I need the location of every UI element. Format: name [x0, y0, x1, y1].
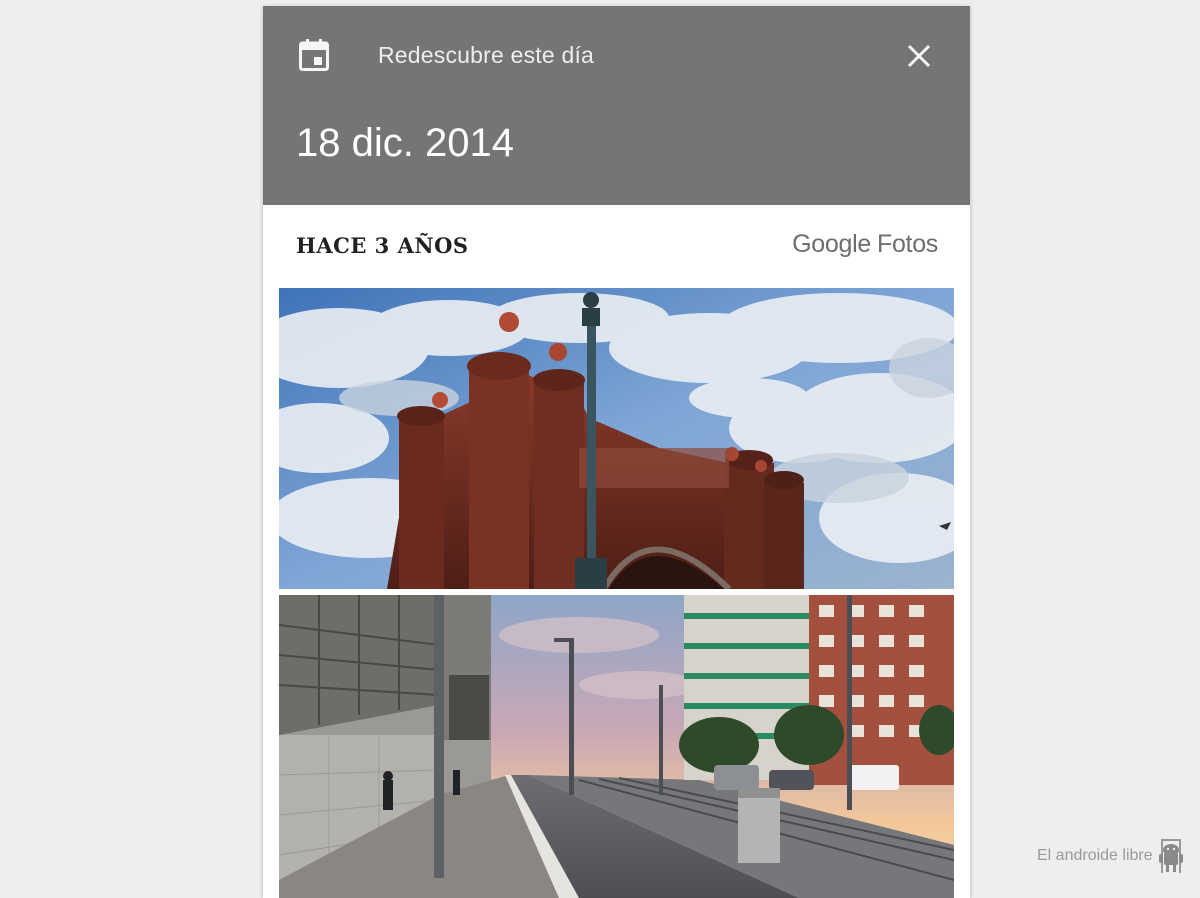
calendar-icon: [299, 39, 329, 71]
android-mascot-icon: [1158, 839, 1183, 873]
memory-date: 18 dic. 2014: [296, 121, 514, 165]
card-header: Redescubre este día 18 dic. 2014: [263, 6, 970, 205]
years-ago-label: HACE 3 AÑOS: [296, 233, 469, 258]
brand-fotos-text: Fotos: [876, 230, 938, 258]
memory-section-header: HACE 3 AÑOS Google Fotos: [263, 205, 970, 288]
close-icon[interactable]: [901, 38, 937, 74]
brand-google-text: Google: [792, 230, 871, 258]
header-title: Redescubre este día: [378, 42, 595, 68]
memory-card[interactable]: Redescubre este día 18 dic. 2014 HACE 3 …: [263, 6, 970, 898]
watermark-text: El androide libre: [1037, 847, 1153, 864]
watermark: El androide libre: [1037, 838, 1185, 874]
street-sunrise-photo[interactable]: [279, 595, 954, 898]
arc-de-triomf-photo[interactable]: [279, 288, 954, 589]
google-photos-logo: Google Fotos: [792, 230, 938, 259]
